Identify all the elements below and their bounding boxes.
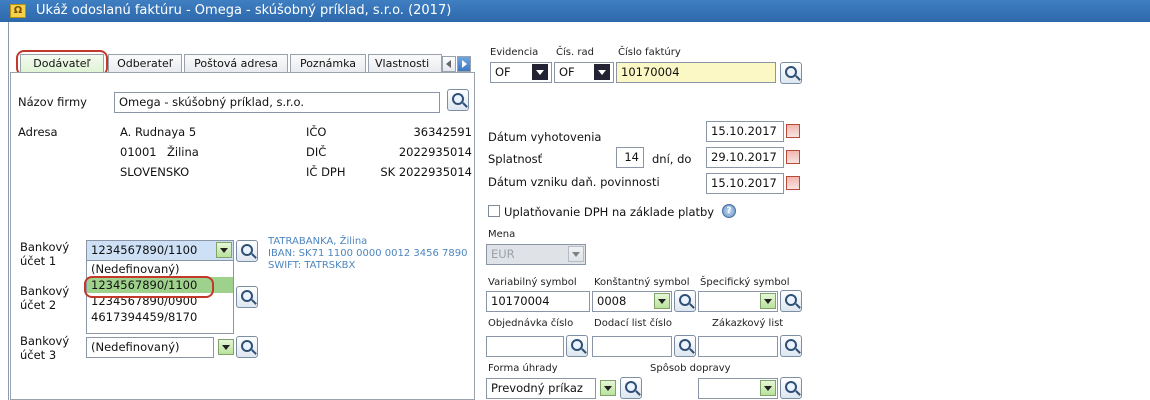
forma-dropdown-icon[interactable]: [600, 380, 616, 396]
var-symbol-field[interactable]: 10170004: [486, 291, 590, 312]
ico-value: 36342591: [413, 125, 472, 139]
currency-label: Mena: [488, 229, 516, 240]
cisrad-label: Čís. rad: [556, 47, 594, 58]
splatnost-days-field[interactable]: 14: [616, 147, 644, 168]
address-label: Adresa: [18, 125, 58, 139]
forma-select[interactable]: Prevodný príkaz: [486, 378, 596, 399]
tab-postova-adresa[interactable]: Poštová adresa: [184, 54, 288, 74]
bank-info-iban: IBAN: SK71 1100 0000 0012 3456 7890: [268, 248, 468, 259]
zakazkovy-label: Zákazkový list: [712, 318, 784, 329]
help-icon[interactable]: ?: [722, 204, 736, 218]
bank3-label-a: Bankový: [20, 334, 70, 348]
bank1-dropdown-icon[interactable]: [216, 242, 232, 258]
bank-info-name: TATRABANKA, Žilina: [268, 236, 368, 247]
calendar-icon[interactable]: [786, 176, 800, 190]
tab-scroll-right-icon[interactable]: [457, 56, 471, 72]
vznik-field[interactable]: 15.10.2017: [706, 173, 784, 194]
city-text: Žilina: [167, 145, 199, 159]
bank3-select[interactable]: (Nedefinovaný): [86, 337, 214, 358]
country-text: SLOVENSKO: [120, 165, 190, 179]
bank3-label-b: účet 3: [20, 348, 57, 362]
calendar-icon[interactable]: [786, 150, 800, 164]
vat-basis-label: Uplatňovanie DPH na základe platby: [504, 205, 715, 219]
spec-dropdown-icon[interactable]: [760, 293, 776, 309]
doprava-lookup-button[interactable]: [780, 377, 802, 399]
left-edge: [8, 22, 9, 400]
option-highlight: [84, 276, 214, 298]
vznik-label: Dátum vzniku daň. povinnosti: [488, 175, 660, 189]
objednavka-label: Objednávka číslo: [488, 318, 574, 329]
tab-scroll-left-icon[interactable]: [442, 56, 456, 72]
vyhotovenie-label: Dátum vyhotovenia: [488, 130, 602, 144]
bank2-lookup-button[interactable]: [236, 286, 258, 308]
splatnost-label: Splatnosť: [488, 152, 543, 166]
bank1-lookup-button[interactable]: [236, 240, 258, 262]
forma-lookup-button[interactable]: [620, 377, 642, 399]
dodaci-lookup-button[interactable]: [674, 335, 696, 357]
bank3-lookup-button[interactable]: [236, 336, 258, 358]
company-field[interactable]: Omega - skúšobný príklad, s.r.o.: [114, 92, 440, 113]
bank-option-0[interactable]: (Nedefinovaný): [87, 261, 233, 277]
tab-vlastnosti[interactable]: Vlastnosti: [368, 54, 442, 74]
konst-lookup-button[interactable]: [674, 290, 696, 312]
company-lookup-button[interactable]: [447, 89, 469, 111]
icdph-value: SK 2022935014: [380, 165, 472, 179]
company-label: Názov firmy: [18, 95, 87, 109]
konst-dropdown-icon[interactable]: [654, 293, 670, 309]
vyhotovenie-field[interactable]: 15.10.2017: [706, 121, 784, 142]
street-text: A. Rudnaya 5: [120, 125, 197, 139]
cislo-label: Číslo faktúry: [618, 47, 681, 58]
cisrad-dropdown-icon[interactable]: [594, 64, 610, 80]
objednavka-lookup-button[interactable]: [566, 335, 588, 357]
zip-text: 01001: [120, 145, 157, 159]
evidencia-dropdown-icon[interactable]: [532, 64, 548, 80]
bank-info-swift: SWIFT: TATRSKBX: [268, 260, 356, 271]
ico-label: IČO: [306, 125, 327, 139]
window-title: Ukáž odoslanú faktúru - Omega - skúšobný…: [36, 3, 452, 18]
dodaci-field[interactable]: [592, 336, 672, 357]
doprava-label: Spôsob dopravy: [650, 363, 731, 374]
bank1-select[interactable]: 1234567890/1100: [86, 240, 234, 261]
konst-symbol-label: Konštantný symbol: [594, 277, 690, 288]
currency-dropdown-icon[interactable]: [568, 246, 584, 262]
splatnost-mid-label: dní, do: [652, 152, 692, 166]
bank2-label-a: Bankový: [20, 284, 70, 298]
bank-option-3[interactable]: 4617394459/8170: [87, 309, 233, 325]
evidencia-label: Evidencia: [490, 47, 539, 58]
bank1-label-b: účet 1: [20, 254, 57, 268]
window-titlebar: Ω Ukáž odoslanú faktúru - Omega - skúšob…: [0, 0, 1150, 22]
bank1-label-a: Bankový: [20, 240, 70, 254]
invoice-number-field[interactable]: 10170004: [616, 62, 776, 83]
forma-label: Forma úhrady: [488, 363, 558, 374]
splatnost-date-field[interactable]: 29.10.2017: [706, 147, 784, 168]
zakazkovy-lookup-button[interactable]: [780, 335, 802, 357]
spec-symbol-label: Špecifický symbol: [700, 277, 790, 288]
zakazkovy-field[interactable]: [698, 336, 778, 357]
objednavka-field[interactable]: [486, 336, 564, 357]
spec-lookup-button[interactable]: [780, 290, 802, 312]
bank2-label-b: účet 2: [20, 298, 57, 312]
vat-basis-checkbox[interactable]: [488, 205, 500, 217]
dic-label: DIČ: [306, 145, 327, 159]
app-omega-icon: Ω: [10, 4, 26, 18]
doprava-dropdown-icon[interactable]: [760, 380, 776, 396]
tab-odberatel[interactable]: Odberateľ: [108, 54, 182, 74]
calendar-icon[interactable]: [786, 124, 800, 138]
var-symbol-label: Variabilný symbol: [488, 277, 577, 288]
invoice-lookup-button[interactable]: [780, 62, 802, 84]
dodaci-label: Dodací list číslo: [594, 318, 672, 329]
tab-poznamka[interactable]: Poznámka: [290, 54, 366, 74]
dic-value: 2022935014: [398, 145, 472, 159]
icdph-label: IČ DPH: [306, 165, 346, 179]
bank3-dropdown-icon[interactable]: [218, 339, 234, 355]
